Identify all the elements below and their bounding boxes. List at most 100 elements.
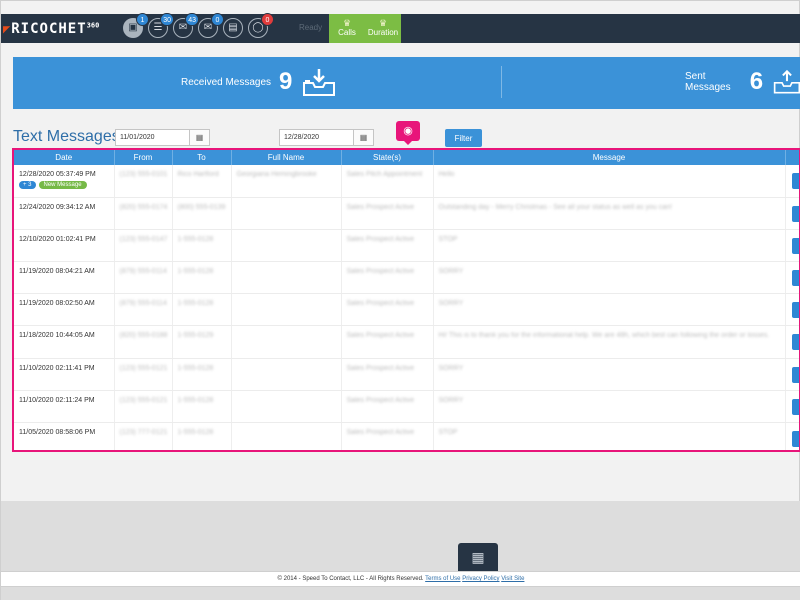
state-cell: Sales Prospect Active <box>341 261 434 295</box>
from-cell: (820) 555-0188 <box>114 325 173 359</box>
date-cell-text: 11/10/2020 02:11:24 PM <box>19 396 95 404</box>
date-cell-text: 12/10/2020 01:02:41 PM <box>19 235 96 243</box>
from-cell-text: (879) 555-0114 <box>119 300 167 308</box>
date-cell-text: 12/24/2020 09:34:12 AM <box>19 203 96 211</box>
speech-bubble-icon[interactable]: ◯ 0 <box>248 13 274 38</box>
table-row[interactable]: 11/18/2020 10:44:05 AM (820) 555-0188 1-55… <box>14 325 799 359</box>
table-row[interactable]: 11/10/2020 02:11:24 PM (123) 555-0121 1-55… <box>14 390 799 424</box>
table-row[interactable]: 11/19/2020 08:04:21 AM (879) 555-0114 1-55… <box>14 261 799 295</box>
to-cell-text: 1-555-0129 <box>177 332 214 340</box>
list-icon[interactable]: ☰ 30 <box>148 13 174 38</box>
terms-link[interactable]: Terms of Use <box>425 576 460 582</box>
sent-messages-stat[interactable]: Sent Messages 6 <box>685 67 800 97</box>
end-date-picker: 12/28/2020 ▦ <box>279 129 374 146</box>
from-cell: (123) 555-0121 <box>114 390 173 424</box>
calendar-icon[interactable]: ▦ <box>354 129 374 146</box>
column-header[interactable]: State(s) <box>341 150 434 165</box>
to-cell: 1-555-0128 <box>172 293 232 327</box>
date-cell: 11/19/2020 08:04:21 AM <box>14 261 115 295</box>
start-date-input[interactable]: 11/01/2020 <box>115 129 190 146</box>
row-action-button[interactable] <box>791 205 799 222</box>
sent-label: Sent Messages <box>685 71 731 93</box>
table-body: 12/28/2020 05:37:49 PM + 3 New Message (123… <box>14 165 799 450</box>
calls-label: Calls <box>338 28 356 37</box>
row-action-button[interactable] <box>791 173 799 189</box>
inbox-icon[interactable]: ▤ <box>223 18 243 38</box>
action-cell <box>785 197 799 230</box>
to-cell-text: (800) 555-0139 <box>177 203 226 211</box>
duration-button[interactable]: ♛ Duration <box>365 14 401 43</box>
messages-table-container: Date From To Full Name State(s) Message 12/28… <box>12 148 800 452</box>
table-row[interactable]: 12/28/2020 05:37:49 PM + 3 New Message (123… <box>14 165 799 198</box>
end-date-input[interactable]: 12/28/2020 <box>279 129 354 146</box>
full-name-cell <box>231 325 342 359</box>
row-action-button[interactable] <box>791 334 799 351</box>
action-cell <box>785 293 799 327</box>
state-cell-text: Sales Pitch Appointment <box>346 171 423 178</box>
table-row[interactable]: 11/19/2020 08:02:50 AM (879) 555-0114 1-55… <box>14 293 799 327</box>
message-cell: Hello <box>433 165 786 198</box>
action-cell <box>785 390 799 424</box>
action-cell <box>785 261 799 295</box>
from-cell: (123) 555-0101 <box>114 165 173 198</box>
table-row[interactable]: 12/10/2020 01:02:41 PM (123) 555-0147 1-55… <box>14 229 799 263</box>
date-cell-text: 11/18/2020 10:44:05 AM <box>19 332 95 340</box>
status-text: Ready <box>299 23 323 32</box>
filter-button[interactable]: Filter <box>445 129 482 147</box>
message-cell-text: SORRY <box>438 364 464 372</box>
row-action-button[interactable] <box>791 270 799 287</box>
column-header[interactable]: Date <box>14 150 115 165</box>
app-grid-icon[interactable]: ▦ <box>458 543 498 571</box>
action-cell <box>785 422 799 450</box>
notification-badge: 0 <box>261 13 274 26</box>
message-cell: STOP <box>433 229 786 263</box>
to-cell-text: Rico Hartford <box>177 171 219 178</box>
row-action-button[interactable] <box>791 302 799 319</box>
row-action-button[interactable] <box>791 237 799 254</box>
from-cell: (879) 555-0114 <box>114 293 173 327</box>
table-row[interactable]: 12/24/2020 09:34:12 AM (820) 555-0174 (800… <box>14 197 799 230</box>
row-action-button[interactable] <box>791 398 799 415</box>
message-cell: SORRY <box>433 293 786 327</box>
state-cell-text: Sales Prospect Active <box>346 235 415 243</box>
message-count-badge[interactable]: + 3 <box>19 181 36 189</box>
row-action-button[interactable] <box>791 431 799 447</box>
chat-icon[interactable]: ✉ 43 <box>173 13 199 38</box>
column-header[interactable]: To <box>172 150 232 165</box>
state-cell-text: Sales Prospect Active <box>346 396 415 404</box>
document-icon[interactable]: ▣ 1 <box>123 13 149 38</box>
eye-icon[interactable]: ◉ <box>396 121 420 145</box>
date-cell: 11/10/2020 02:11:24 PM <box>14 390 115 424</box>
privacy-link[interactable]: Privacy Policy <box>462 576 499 582</box>
row-action-button[interactable] <box>791 366 799 383</box>
from-cell-text: (123) 777-0121 <box>119 429 168 436</box>
brand-logo[interactable]: ◤RICOCHET360 <box>3 21 99 37</box>
to-cell: 1-555-0128 <box>172 390 232 424</box>
table-row[interactable]: 11/10/2020 02:11:41 PM (123) 555-0121 1-55… <box>14 358 799 391</box>
nav-icon-group: ▣ 1 ☰ 30 ✉ 43 ✉ 0 ▤ ◯ 0 <box>123 13 274 38</box>
visit-site-link[interactable]: Visit Site <box>501 576 524 582</box>
column-header[interactable]: Full Name <box>231 150 342 165</box>
new-message-badge: New Message <box>38 181 87 189</box>
crown-icon: ♛ <box>342 18 352 28</box>
date-cell: 12/24/2020 09:34:12 AM <box>14 197 115 230</box>
state-cell: Sales Prospect Active <box>341 422 434 450</box>
column-header[interactable]: From <box>114 150 173 165</box>
column-header[interactable]: Message <box>433 150 786 165</box>
to-cell-text: 1-555-0128 <box>177 268 214 276</box>
sent-count: 6 <box>749 68 764 95</box>
message-cell: Outstanding day - Merry Christmas - See … <box>433 197 786 230</box>
calendar-icon[interactable]: ▦ <box>190 129 210 146</box>
outbox-upload-icon <box>773 69 800 94</box>
logo-arrow-icon: ◤ <box>3 22 12 36</box>
received-count: 9 <box>279 68 293 95</box>
calls-button[interactable]: ♛ Calls <box>329 14 365 43</box>
message-cell-text: Outstanding day - Merry Christmas - See … <box>438 203 672 211</box>
received-label: Received Messages <box>181 76 272 88</box>
received-messages-stat[interactable]: Received Messages 9 <box>181 67 336 97</box>
brand-name: RICOCHET <box>11 21 87 37</box>
mail-icon[interactable]: ✉ 0 <box>198 13 224 38</box>
state-cell: Sales Prospect Active <box>341 390 434 424</box>
state-cell: Sales Prospect Active <box>341 229 434 263</box>
table-row[interactable]: 11/05/2020 08:58:06 PM (123) 777-0121 1-55… <box>14 422 799 450</box>
